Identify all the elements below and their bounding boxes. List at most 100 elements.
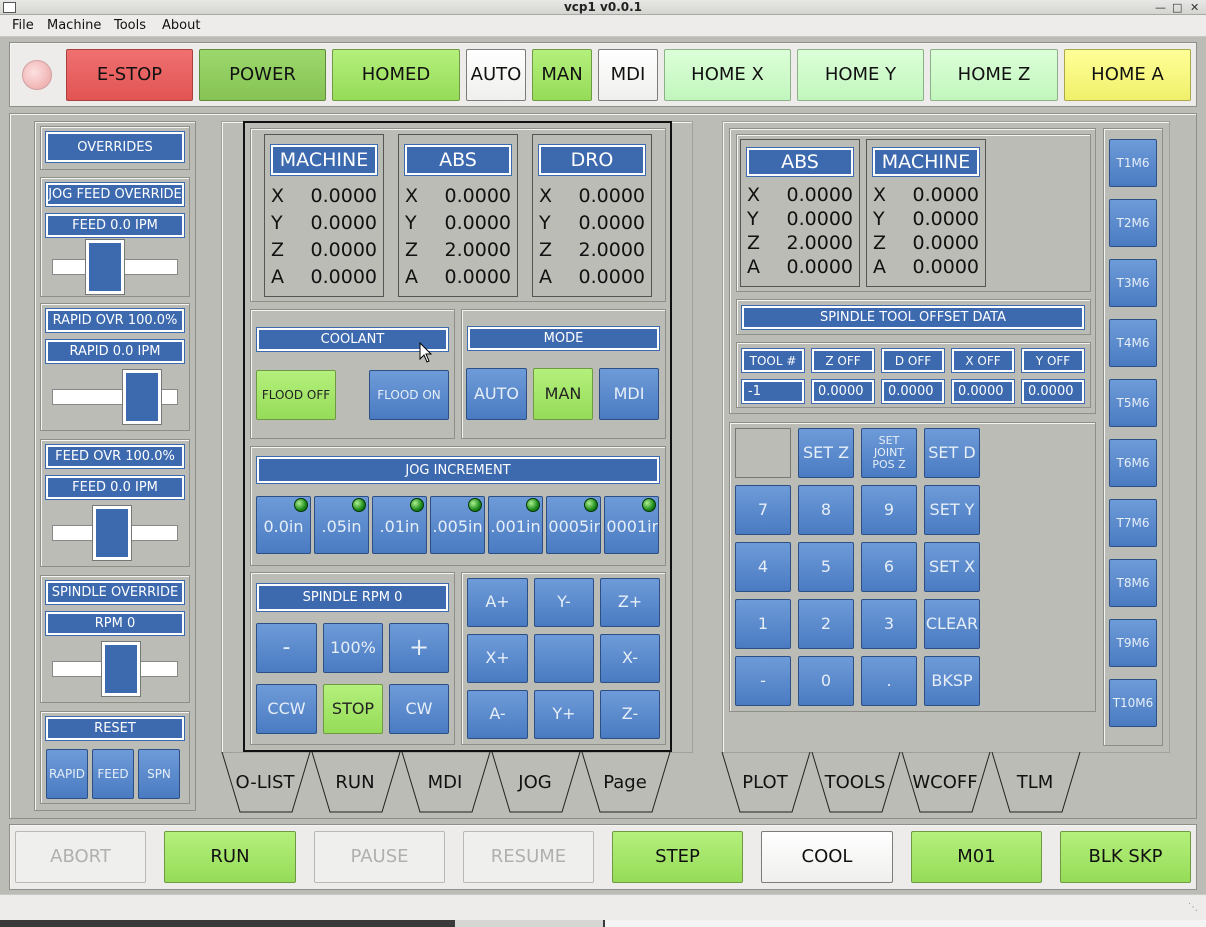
tab-page[interactable]: Page (582, 752, 668, 812)
keypad-8[interactable]: 8 (798, 485, 854, 535)
jog-y-minus-button[interactable]: Y- (534, 578, 594, 627)
estop-button[interactable]: E-STOP (66, 49, 193, 101)
tool-change-button[interactable]: T2M6 (1109, 199, 1157, 247)
mdi-mode-button[interactable]: MDI (598, 49, 658, 101)
tool-change-button[interactable]: T7M6 (1109, 499, 1157, 547)
homed-button[interactable]: HOMED (332, 49, 460, 101)
run-button[interactable]: RUN (164, 831, 296, 883)
keypad-2[interactable]: 2 (798, 599, 854, 649)
menu-about[interactable]: About (162, 18, 200, 33)
maximize-icon[interactable]: □ (1172, 0, 1182, 15)
rapid-slider-thumb[interactable] (121, 369, 162, 425)
tool-change-button[interactable]: T3M6 (1109, 259, 1157, 307)
set-x-button[interactable]: SET X (924, 542, 980, 592)
block-skip-button[interactable]: BLK SKP (1060, 831, 1191, 883)
menu-machine[interactable]: Machine (47, 18, 101, 33)
jog-y-plus-button[interactable]: Y+ (534, 690, 594, 739)
keypad-3[interactable]: 3 (861, 599, 917, 649)
spindle-cw-button[interactable]: CW (389, 684, 449, 734)
tab-jog[interactable]: JOG (492, 752, 578, 812)
flood-off-button[interactable]: FLOOD OFF (256, 370, 336, 420)
set-d-button[interactable]: SET D (924, 428, 980, 478)
keypad-4[interactable]: 4 (735, 542, 791, 592)
keypad-5[interactable]: 5 (798, 542, 854, 592)
home-x-button[interactable]: HOME X (664, 49, 791, 101)
jog-increment-led (410, 498, 424, 512)
mode-man-button[interactable]: MAN (533, 368, 593, 420)
flood-on-button[interactable]: FLOOD ON (369, 370, 449, 420)
tab-o-list[interactable]: O-LIST (222, 752, 308, 812)
reset-feed-button[interactable]: FEED (92, 749, 134, 799)
feed-ovr-label: FEED OVR 100.0% (45, 444, 185, 469)
set-z-button[interactable]: SET Z (798, 428, 854, 478)
set-joint-pos-z-button[interactable]: SET JOINT POS Z (861, 428, 917, 478)
step-button[interactable]: STEP (612, 831, 743, 883)
home-a-button[interactable]: HOME A (1064, 49, 1191, 101)
jog-a-minus-button[interactable]: A- (467, 690, 528, 739)
keypad-minus[interactable]: - (735, 656, 791, 706)
jog-z-plus-button[interactable]: Z+ (600, 578, 660, 627)
cool-button[interactable]: COOL (761, 831, 893, 883)
home-y-button[interactable]: HOME Y (797, 49, 924, 101)
abort-button[interactable]: ABORT (15, 831, 146, 883)
tab-plot[interactable]: PLOT (722, 752, 808, 812)
spindle-ccw-button[interactable]: CCW (256, 684, 317, 734)
minimize-icon[interactable]: — (1155, 0, 1166, 15)
m01-button[interactable]: M01 (911, 831, 1042, 883)
spindle-slider-thumb[interactable] (100, 641, 141, 697)
y-offset-field[interactable]: 0.0000 (1021, 379, 1085, 404)
d-offset-field[interactable]: 0.0000 (881, 379, 945, 404)
tab-wcoff[interactable]: WCOFF (902, 752, 988, 812)
backspace-button[interactable]: BKSP (924, 656, 980, 706)
feed-slider-thumb[interactable] (92, 505, 132, 561)
keypad-6[interactable]: 6 (861, 542, 917, 592)
jog-x-minus-button[interactable]: X- (600, 634, 660, 683)
tool-number-field[interactable]: -1 (741, 379, 805, 404)
auto-mode-button[interactable]: AUTO (466, 49, 526, 101)
keypad-9[interactable]: 9 (861, 485, 917, 535)
mode-auto-button[interactable]: AUTO (466, 368, 527, 420)
x-offset-field[interactable]: 0.0000 (951, 379, 1015, 404)
keypad-7[interactable]: 7 (735, 485, 791, 535)
mode-mdi-button[interactable]: MDI (599, 368, 659, 420)
menu-tools[interactable]: Tools (114, 18, 146, 33)
resize-grip-icon[interactable]: ⋱ (1188, 902, 1202, 916)
menu-file[interactable]: File (12, 18, 34, 33)
close-icon[interactable]: ✕ (1190, 0, 1199, 15)
jog-center-button[interactable] (534, 634, 594, 683)
reset-rapid-button[interactable]: RAPID (46, 749, 88, 799)
tool-change-button[interactable]: T1M6 (1109, 139, 1157, 187)
home-z-button[interactable]: HOME Z (930, 49, 1058, 101)
tool-change-button[interactable]: T8M6 (1109, 559, 1157, 607)
tool-change-button[interactable]: T9M6 (1109, 619, 1157, 667)
tool-change-button[interactable]: T6M6 (1109, 439, 1157, 487)
man-mode-button[interactable]: MAN (532, 49, 592, 101)
z-offset-field[interactable]: 0.0000 (811, 379, 875, 404)
spindle-minus-button[interactable]: - (256, 623, 317, 673)
reset-spn-button[interactable]: SPN (138, 749, 180, 799)
tool-change-button[interactable]: T4M6 (1109, 319, 1157, 367)
spindle-100-percent-button[interactable]: 100% (323, 623, 383, 673)
keypad-0[interactable]: 0 (798, 656, 854, 706)
keypad-dot[interactable]: . (861, 656, 917, 706)
power-button[interactable]: POWER (199, 49, 326, 101)
tool-change-button[interactable]: T5M6 (1109, 379, 1157, 427)
jog-z-minus-button[interactable]: Z- (600, 690, 660, 739)
set-y-button[interactable]: SET Y (924, 485, 980, 535)
resume-button[interactable]: RESUME (463, 831, 594, 883)
spindle-plus-button[interactable]: + (389, 623, 449, 673)
clear-button[interactable]: CLEAR (924, 599, 980, 649)
jog-x-plus-button[interactable]: X+ (467, 634, 528, 683)
tab-run[interactable]: RUN (312, 752, 398, 812)
tab-tools[interactable]: TOOLS (812, 752, 898, 812)
spindle-stop-button[interactable]: STOP (323, 684, 383, 734)
keypad-1[interactable]: 1 (735, 599, 791, 649)
taskbar-item[interactable] (605, 920, 1206, 927)
jog-a-plus-button[interactable]: A+ (467, 578, 528, 627)
taskbar-item[interactable] (455, 920, 603, 927)
tab-tlm[interactable]: TLM (992, 752, 1078, 812)
tool-change-button[interactable]: T10M6 (1109, 679, 1157, 727)
tab-mdi[interactable]: MDI (402, 752, 488, 812)
pause-button[interactable]: PAUSE (314, 831, 445, 883)
jog-feed-slider-thumb[interactable] (84, 239, 125, 295)
